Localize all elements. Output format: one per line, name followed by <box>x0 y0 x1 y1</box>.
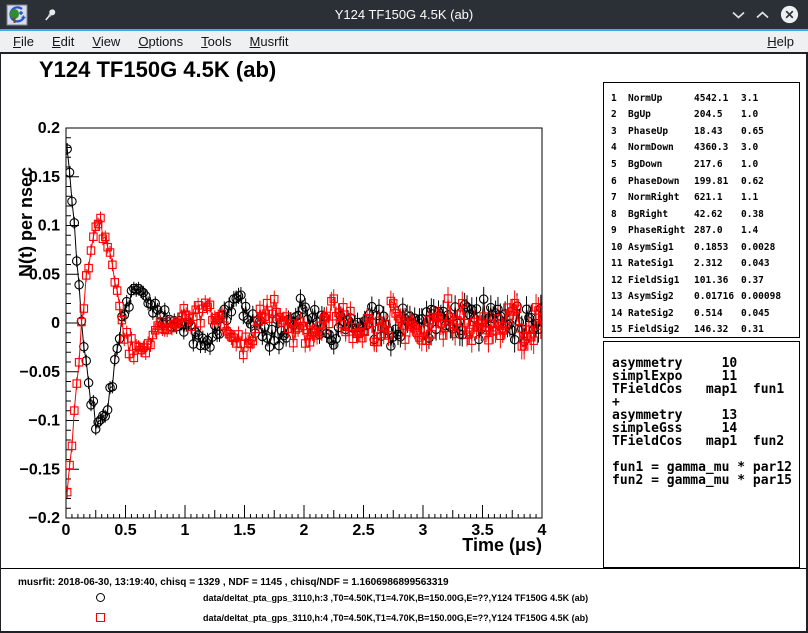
parameter-table: 1NormUp4542.13.12BgUp204.51.03PhaseUp18.… <box>603 82 800 338</box>
svg-text:1: 1 <box>181 522 190 539</box>
application-window: Y124 TF150G 4.5K (ab) FileEditViewOption… <box>0 0 808 633</box>
svg-text:1.5: 1.5 <box>233 522 255 539</box>
parameter-row: 6PhaseDown199.810.62 <box>604 173 799 190</box>
parameter-row: 7NormRight621.11.1 <box>604 189 799 206</box>
parameter-row: 15FieldSig2146.320.31 <box>604 322 799 339</box>
theory-box: asymmetry 10 simplExpo 11 TFieldCos map1… <box>603 341 800 568</box>
function-lines: fun1 = gamma_mu * par12 fun2 = gamma_mu … <box>612 461 799 487</box>
parameter-row: 12FieldSig1101.360.37 <box>604 272 799 289</box>
minimize-button[interactable] <box>732 11 745 19</box>
pin-icon[interactable] <box>42 7 58 23</box>
svg-text:2.5: 2.5 <box>352 522 374 539</box>
root-canvas: 00.511.522.533.540.20.150.10.050−0.05−0.… <box>1 54 806 631</box>
menu-item-tools[interactable]: Tools <box>192 32 240 51</box>
menu-item-view[interactable]: View <box>83 32 129 51</box>
parameter-row: 14RateSig20.5140.045 <box>604 305 799 322</box>
parameter-row: 10AsymSig10.18530.0028 <box>604 239 799 256</box>
parameter-row: 4NormDown4360.33.0 <box>604 140 799 157</box>
close-button[interactable] <box>780 5 799 24</box>
menu-item-musrfit[interactable]: Musrfit <box>241 32 298 51</box>
svg-text:0.1: 0.1 <box>38 218 60 235</box>
root-app-icon[interactable] <box>6 4 28 26</box>
svg-text:−0.05: −0.05 <box>20 364 61 381</box>
menu-bar: FileEditViewOptionsToolsMusrfit Help <box>0 31 808 52</box>
svg-text:N(t) per nsec: N(t) per nsec <box>16 167 36 277</box>
parameter-row: 9PhaseRight287.01.4 <box>604 222 799 239</box>
data-series-h3 <box>63 143 545 435</box>
legend-item: data/deltat_pta_gps_3110,h:3 ,T0=4.50K,T… <box>1 593 806 605</box>
fit-status-line: musrfit: 2018-06-30, 13:19:40, chisq = 1… <box>18 577 449 588</box>
menu-item-edit[interactable]: Edit <box>43 32 83 51</box>
svg-text:0: 0 <box>62 522 71 539</box>
svg-text:0.5: 0.5 <box>114 522 136 539</box>
title-bar[interactable]: Y124 TF150G 4.5K (ab) <box>0 0 808 29</box>
parameter-row: 1NormUp4542.13.1 <box>604 90 799 107</box>
svg-text:−0.2: −0.2 <box>28 510 60 527</box>
parameter-row: 8BgRight42.620.38 <box>604 206 799 223</box>
parameter-row: 5BgDown217.61.0 <box>604 156 799 173</box>
svg-text:−0.15: −0.15 <box>20 461 61 478</box>
svg-text:0.2: 0.2 <box>38 120 60 137</box>
parameter-row: 13AsymSig20.017160.00098 <box>604 289 799 306</box>
svg-text:−0.1: −0.1 <box>28 413 60 430</box>
svg-text:2: 2 <box>300 522 309 539</box>
parameter-row: 11RateSig12.3120.043 <box>604 255 799 272</box>
svg-text:0: 0 <box>51 315 60 332</box>
svg-text:3: 3 <box>419 522 428 539</box>
plot-title: Y124 TF150G 4.5K (ab) <box>39 57 276 83</box>
window-title: Y124 TF150G 4.5K (ab) <box>0 7 808 22</box>
data-series-h4 <box>63 212 544 499</box>
maximize-button[interactable] <box>756 11 769 19</box>
menu-item-help[interactable]: Help <box>757 32 804 51</box>
parameter-row: 2BgUp204.51.0 <box>604 107 799 124</box>
menu-item-options[interactable]: Options <box>129 32 192 51</box>
circle-marker-icon <box>96 593 105 602</box>
theory-lines: asymmetry 10 simplExpo 11 TFieldCos map1… <box>612 357 799 448</box>
legend-label: data/deltat_pta_gps_3110,h:3 ,T0=4.50K,T… <box>203 593 588 603</box>
menu-item-file[interactable]: File <box>4 32 43 51</box>
canvas-frame: 00.511.522.533.540.20.150.10.050−0.05−0.… <box>0 52 808 633</box>
legend-item: data/deltat_pta_gps_3110,h:4 ,T0=4.50K,T… <box>1 613 806 625</box>
svg-text:Time (μs): Time (μs) <box>462 535 542 555</box>
info-pad: musrfit: 2018-06-30, 13:19:40, chisq = 1… <box>1 568 806 631</box>
legend-label: data/deltat_pta_gps_3110,h:4 ,T0=4.50K,T… <box>203 613 588 623</box>
square-marker-icon <box>96 613 105 622</box>
parameter-row: 3PhaseUp18.430.65 <box>604 123 799 140</box>
